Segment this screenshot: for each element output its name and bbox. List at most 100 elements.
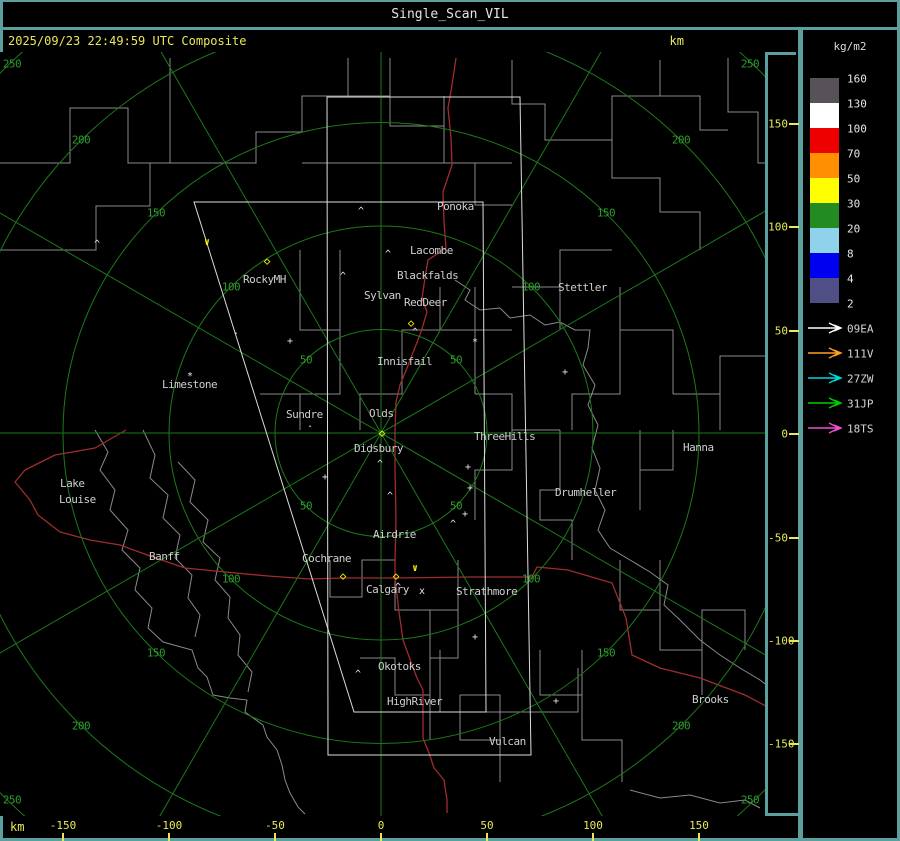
bottom-axis-tick-label: -100 (155, 819, 183, 832)
right-axis-tick-mark (789, 433, 799, 435)
right-axis-tick-label: -150 (768, 737, 795, 751)
point-marker: + (466, 483, 474, 494)
range-ring-label: 100 (521, 280, 541, 294)
right-axis-tick-label: 100 (768, 220, 788, 234)
place-label-calgary: Calgary (366, 583, 409, 596)
color-scale-value: 160 (847, 72, 867, 86)
radar-display-window: Single_Scan_VIL 2025/09/23 22:49:59 UTC … (0, 0, 900, 841)
place-label-banff: Banff (149, 550, 180, 563)
color-scale-block (810, 103, 839, 128)
bottom-axis-tick-mark (380, 833, 382, 841)
title-bar: Single_Scan_VIL (0, 0, 900, 28)
bottom-axis-tick-mark (698, 833, 700, 841)
range-ring-label: 200 (671, 719, 691, 733)
color-scale-unit: kg/m2 (833, 40, 867, 53)
point-marker: + (286, 336, 294, 347)
header-strip: 2025/09/23 22:49:59 UTC Composite km (0, 30, 796, 52)
bottom-axis-tick-label: 50 (480, 819, 494, 832)
window-title: Single_Scan_VIL (391, 7, 509, 22)
range-ring-label: 100 (521, 572, 541, 586)
radar-id-label: 31JP (847, 397, 874, 411)
color-scale-value: 20 (847, 222, 861, 236)
map-area: 50 50 50 50 100 100 100 100 150 150 150 150 200 200 20… (0, 52, 765, 816)
range-ring-label: 150 (596, 206, 616, 220)
bottom-axis-tick-mark (592, 833, 594, 841)
color-scale-block (810, 203, 839, 228)
place-label-okotoks: Okotoks (378, 660, 421, 673)
radar-site-marker: ◇ (392, 569, 400, 583)
place-label-sundre: Sundre (286, 408, 323, 421)
place-label-olds: Olds (369, 407, 394, 420)
right-axis-tick-mark (789, 743, 799, 745)
storm-motion-arrow: ∨ (203, 237, 211, 248)
bottom-axis-tick-label: 100 (583, 819, 603, 832)
color-scale-block (810, 78, 839, 103)
point-marker: ^ (357, 206, 365, 217)
legend-panel: kg/m2 160 130 100 70 50 30 20 8 4 2 09EA 111V 27ZW 31… (803, 30, 897, 838)
color-scale-value: 4 (847, 272, 854, 286)
range-ring-label: 150 (146, 646, 166, 660)
radar-id-label: 111V (847, 347, 874, 361)
radar-id-label: 18TS (847, 422, 874, 436)
point-marker: ^ (354, 669, 362, 680)
place-label-stettler: Stettler (558, 281, 607, 294)
range-ring-label: 50 (299, 353, 313, 367)
right-axis-tick-label: 0 (781, 427, 788, 441)
place-label-brooks: Brooks (692, 693, 729, 706)
range-ring-label: 150 (596, 646, 616, 660)
right-axis-tick-label: -100 (768, 634, 795, 648)
place-label-airdrie: Airdrie (373, 528, 416, 541)
radar-id-label: 27ZW (847, 372, 874, 386)
point-marker: + (561, 367, 569, 378)
range-ring-label: 50 (449, 353, 463, 367)
right-axis-tick-mark (789, 123, 799, 125)
bottom-axis-tick-mark (168, 833, 170, 841)
right-axis-tick-label: 50 (774, 324, 788, 338)
range-ring-label: 50 (299, 499, 313, 513)
point-marker: ^ (411, 327, 419, 338)
radar-site-marker: ◇ (339, 569, 347, 583)
range-ring-label: 200 (671, 133, 691, 147)
color-scale-block (810, 128, 839, 153)
place-label-blackfalds: Blackfalds (397, 269, 459, 282)
point-marker: + (471, 632, 479, 643)
color-scale-value: 2 (847, 297, 854, 311)
range-ring-label: 150 (146, 206, 166, 220)
place-label-sylvan: Sylvan (364, 289, 401, 302)
place-label-reddeer: RedDeer (404, 296, 447, 309)
right-axis-tick-mark (789, 537, 799, 539)
radar-id-arrow-icon (808, 322, 843, 334)
place-label-highriver: HighRiver (387, 695, 443, 708)
place-label-lake: Lake (60, 477, 85, 490)
point-marker: ^ (93, 239, 101, 250)
range-ring-label: 200 (71, 719, 91, 733)
range-ring-label: 250 (2, 793, 22, 807)
bottom-axis: km -150 -100 -50 0 50 100 150 (0, 816, 796, 841)
bottom-axis-tick-label: 0 (377, 819, 385, 832)
range-ring-label: 100 (221, 572, 241, 586)
radar-id-arrow-icon (808, 397, 843, 409)
range-ring-label: 100 (221, 280, 241, 294)
point-marker: + (461, 509, 469, 520)
range-ring-label: 250 (740, 793, 760, 807)
right-axis-tick-mark (789, 330, 799, 332)
place-label-rockymh: RockyMH (243, 273, 286, 286)
color-scale-block (810, 153, 839, 178)
right-axis-tick-mark (789, 226, 799, 228)
place-label-louise: Louise (59, 493, 96, 506)
point-marker: + (464, 462, 472, 473)
range-ring-label: 250 (2, 57, 22, 71)
color-scale-block (810, 253, 839, 278)
right-axis: 150 100 50 0 -50 -100 -150 (768, 52, 799, 816)
bottom-axis-unit: km (10, 820, 25, 834)
point-marker: * (471, 337, 479, 348)
bottom-axis-tick-label: -50 (265, 819, 285, 832)
point-marker: ^ (449, 519, 457, 530)
storm-motion-arrow: ∨ (411, 563, 419, 574)
color-scale-value: 50 (847, 172, 861, 186)
color-scale-block (810, 228, 839, 253)
range-ring-label: 50 (449, 499, 463, 513)
color-scale-block (810, 278, 839, 303)
point-marker: + (552, 696, 560, 707)
place-label-didsbury: Didsbury (354, 442, 403, 455)
